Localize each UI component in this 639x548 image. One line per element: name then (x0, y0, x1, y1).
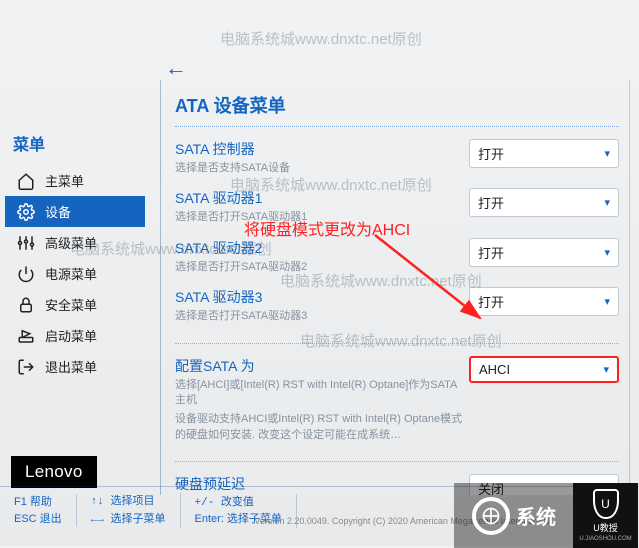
setting-desc: 设备驱动支持AHCI或Intel(R) RST with Intel(R) Op… (175, 412, 469, 443)
sidebar-item-advanced[interactable]: 高级菜单 (5, 227, 145, 258)
sidebar-item-security[interactable]: 安全菜单 (5, 289, 145, 320)
chevron-down-icon: ▾ (604, 295, 610, 308)
sidebar-item-label: 启动菜单 (45, 326, 97, 345)
sidebar-item-devices[interactable]: 设备 (5, 196, 145, 227)
setting-configure-sata: 配置SATA 为 选择[AHCI]或[Intel(R) RST with Int… (175, 356, 619, 454)
select-configure-sata[interactable]: AHCI ▾ (469, 356, 619, 383)
home-icon (17, 172, 35, 190)
select-item-hint: ↑↓ 选择项目 (91, 493, 166, 511)
boot-icon (17, 327, 35, 345)
watermark: 电脑系统城www.dnxtc.net原创 (220, 28, 422, 49)
setting-label: 配置SATA 为 (175, 356, 469, 376)
select-sata-drive2[interactable]: 打开 ▾ (469, 238, 619, 267)
separator (175, 461, 619, 462)
sidebar-item-label: 电源菜单 (45, 264, 97, 283)
gear-icon (17, 203, 35, 221)
lenovo-logo: Lenovo (11, 456, 97, 488)
chevron-down-icon: ▾ (603, 363, 609, 376)
overlay-text: U教授 (593, 521, 618, 534)
sidebar-item-boot[interactable]: 启动菜单 (5, 320, 145, 351)
setting-sata-drive2: SATA 驱动器2 选择是否打开SATA驱动器2 打开 ▾ (175, 238, 619, 285)
select-sata-drive3[interactable]: 打开 ▾ (469, 287, 619, 316)
setting-sata-drive1: SATA 驱动器1 选择是否打开SATA驱动器1 打开 ▾ (175, 188, 619, 235)
sidebar-item-label: 主菜单 (45, 171, 84, 190)
back-button[interactable]: ← (165, 55, 187, 81)
setting-desc: 选择是否打开SATA驱动器3 (175, 309, 469, 324)
select-value: 打开 (478, 243, 504, 262)
sidebar-item-label: 设备 (45, 202, 71, 221)
setting-desc: 选择[AHCI]或[Intel(R) RST with Intel(R) Opt… (175, 378, 469, 409)
help-hint: F1 帮助 (14, 494, 62, 511)
power-icon (17, 265, 35, 283)
select-sata-controller[interactable]: 打开 ▾ (469, 139, 619, 168)
setting-sata-controller: SATA 控制器 选择是否支持SATA设备 打开 ▾ (175, 139, 619, 186)
overlay-logo-1: 系统 (454, 483, 574, 548)
select-value: 打开 (478, 193, 504, 212)
setting-desc: 选择是否打开SATA驱动器2 (175, 260, 469, 275)
sidebar-item-label: 安全菜单 (45, 295, 97, 314)
chevron-down-icon: ▾ (604, 196, 610, 209)
setting-label: SATA 驱动器3 (175, 287, 469, 307)
setting-label: SATA 控制器 (175, 139, 469, 159)
select-value: 打开 (478, 144, 504, 163)
select-value: AHCI (479, 362, 510, 377)
setting-desc: 选择是否打开SATA驱动器1 (175, 210, 469, 225)
esc-hint: ESC 退出 (14, 511, 62, 528)
sidebar-item-label: 退出菜单 (45, 357, 97, 376)
sidebar-item-main[interactable]: 主菜单 (5, 165, 145, 196)
chevron-down-icon: ▾ (604, 147, 610, 160)
overlay-logo-2: U U教授 U.JIAOSHOU.COM (573, 483, 638, 548)
setting-desc: 选择是否支持SATA设备 (175, 161, 469, 176)
setting-label: SATA 驱动器1 (175, 188, 469, 208)
setting-sata-drive3: SATA 驱动器3 选择是否打开SATA驱动器3 打开 ▾ (175, 287, 619, 334)
shield-icon: U (593, 489, 619, 519)
section-title: ATA 设备菜单 (175, 92, 619, 127)
overlay-text: 系统 (516, 501, 556, 530)
select-sata-drive1[interactable]: 打开 ▾ (469, 188, 619, 217)
change-hint: +/- 改变值 (195, 494, 282, 512)
sidebar: 菜单 主菜单 设备 高级菜单 电源菜单 安全菜单 启动菜单 退出菜单 (5, 125, 145, 382)
lock-icon (17, 296, 35, 314)
overlay-url: U.JIAOSHOU.COM (579, 536, 631, 542)
sidebar-item-power[interactable]: 电源菜单 (5, 258, 145, 289)
setting-label: SATA 驱动器2 (175, 238, 469, 258)
sidebar-title: 菜单 (5, 125, 145, 165)
sidebar-item-exit[interactable]: 退出菜单 (5, 351, 145, 382)
select-value: 打开 (478, 292, 504, 311)
sliders-icon (17, 234, 35, 252)
content-panel: ATA 设备菜单 SATA 控制器 选择是否支持SATA设备 打开 ▾ SATA… (160, 80, 630, 495)
select-sub-hint: ←→ 选择子菜单 (91, 511, 166, 529)
chevron-down-icon: ▾ (604, 246, 610, 259)
separator (175, 343, 619, 344)
sidebar-item-label: 高级菜单 (45, 233, 97, 252)
exit-icon (17, 358, 35, 376)
